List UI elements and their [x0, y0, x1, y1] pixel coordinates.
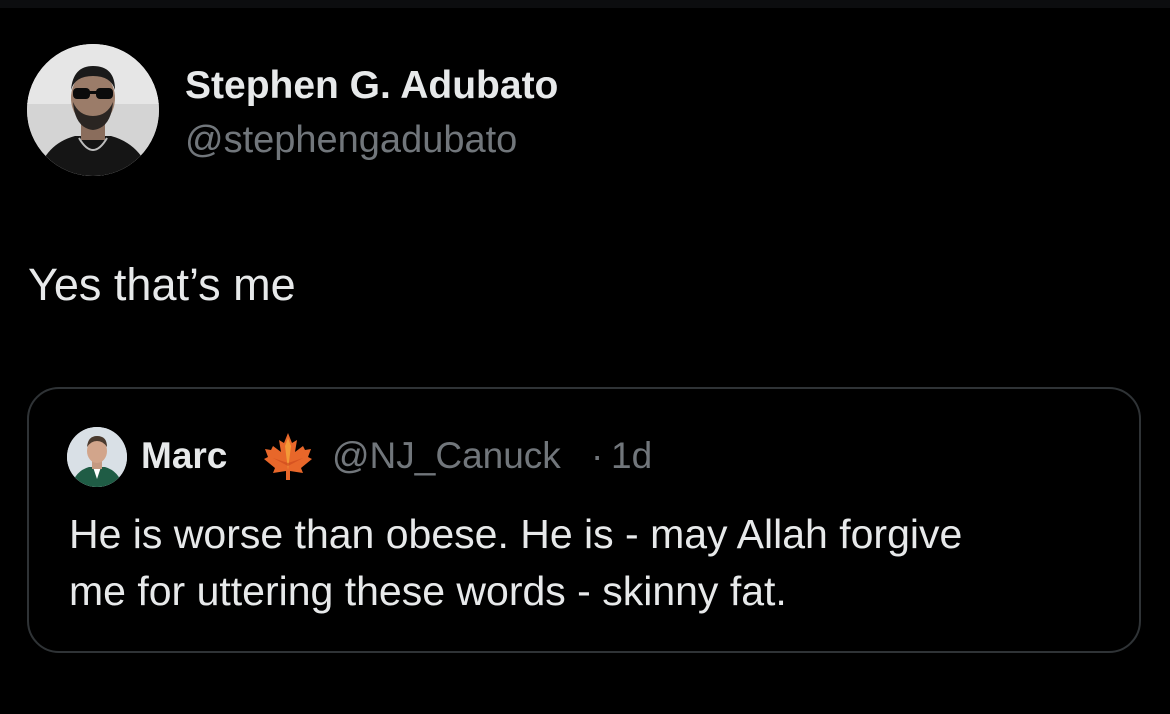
author-avatar[interactable]: [27, 44, 159, 176]
quoted-author-handle[interactable]: @NJ_Canuck: [332, 434, 561, 478]
author-avatar-image: [27, 44, 159, 176]
quoted-tweet-text-line: He is worse than obese. He is - may Alla…: [69, 511, 963, 557]
quoted-author-avatar-image: [67, 427, 127, 487]
quoted-author-avatar[interactable]: [67, 427, 127, 487]
quoted-tweet-text: He is worse than obese. He is - may Alla…: [69, 506, 1109, 620]
tweet: Stephen G. Adubato @stephengadubato Yes …: [0, 0, 1170, 714]
quoted-tweet-text-line: me for uttering these words - skinny fat…: [69, 568, 787, 614]
quoted-tweet-timestamp[interactable]: 1d: [611, 434, 652, 478]
author-name[interactable]: Stephen G. Adubato: [185, 63, 558, 109]
meta-separator: ·: [591, 435, 604, 476]
quoted-tweet-card[interactable]: Marc @NJ_Canuck · 1d He is worse than ob…: [27, 387, 1141, 653]
maple-leaf-icon: [262, 430, 314, 482]
quoted-author-name[interactable]: Marc: [141, 434, 227, 478]
tweet-text: Yes that’s me: [28, 259, 296, 310]
author-handle[interactable]: @stephengadubato: [185, 117, 517, 163]
